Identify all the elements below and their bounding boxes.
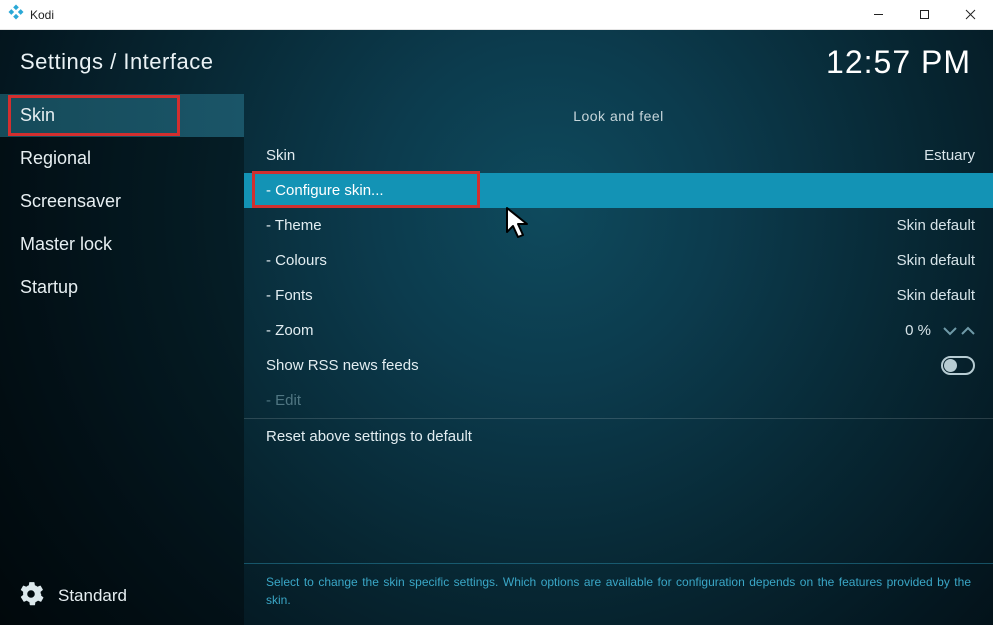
setting-description: Select to change the skin specific setti… — [244, 563, 993, 625]
breadcrumb: Settings / Interface — [20, 49, 213, 75]
rss-toggle[interactable] — [941, 356, 975, 375]
sidebar-item-startup[interactable]: Startup — [0, 266, 244, 309]
setting-reset-defaults[interactable]: Reset above settings to default — [244, 418, 993, 453]
app-body: Settings / Interface 12:57 PM Skin Regio… — [0, 30, 993, 625]
sidebar-item-label: Master lock — [20, 234, 112, 255]
sidebar-item-screensaver[interactable]: Screensaver — [0, 180, 244, 223]
sidebar-item-regional[interactable]: Regional — [0, 137, 244, 180]
window-title: Kodi — [30, 8, 54, 22]
settings-level-toggle[interactable]: Standard — [0, 567, 244, 625]
section-title: Look and feel — [244, 94, 993, 138]
setting-value: 0 % — [905, 322, 931, 339]
setting-label: Show RSS news feeds — [266, 357, 419, 374]
zoom-spinner[interactable] — [943, 326, 975, 336]
settings-main: Look and feel Skin Estuary Configure ski… — [244, 94, 993, 625]
setting-label: Configure skin... — [266, 182, 384, 199]
minimize-button[interactable] — [855, 0, 901, 30]
setting-label: Skin — [266, 147, 295, 164]
setting-rss-edit: Edit — [244, 383, 993, 418]
maximize-button[interactable] — [901, 0, 947, 30]
clock: 12:57 PM — [826, 44, 971, 81]
setting-configure-skin[interactable]: Configure skin... — [244, 173, 993, 208]
sidebar-item-label: Screensaver — [20, 191, 121, 212]
setting-label: Colours — [266, 252, 327, 269]
setting-zoom[interactable]: Zoom 0 % — [244, 313, 993, 348]
gear-icon — [18, 581, 44, 612]
window-controls — [855, 0, 993, 30]
setting-label: Reset above settings to default — [266, 428, 472, 445]
close-button[interactable] — [947, 0, 993, 30]
setting-rss[interactable]: Show RSS news feeds — [244, 348, 993, 383]
chevron-up-icon — [961, 326, 975, 336]
settings-level-label: Standard — [58, 586, 127, 606]
setting-value: Skin default — [897, 252, 975, 269]
header: Settings / Interface 12:57 PM — [0, 30, 993, 94]
setting-label: Fonts — [266, 287, 313, 304]
sidebar-item-label: Regional — [20, 148, 91, 169]
kodi-logo-icon — [8, 4, 24, 25]
sidebar-item-label: Skin — [20, 105, 55, 126]
setting-skin[interactable]: Skin Estuary — [244, 138, 993, 173]
settings-sidebar: Skin Regional Screensaver Master lock St… — [0, 94, 244, 625]
window-titlebar: Kodi — [0, 0, 993, 30]
setting-label: Zoom — [266, 322, 314, 339]
setting-colours[interactable]: Colours Skin default — [244, 243, 993, 278]
setting-theme[interactable]: Theme Skin default — [244, 208, 993, 243]
chevron-down-icon — [943, 326, 957, 336]
sidebar-item-master-lock[interactable]: Master lock — [0, 223, 244, 266]
setting-fonts[interactable]: Fonts Skin default — [244, 278, 993, 313]
sidebar-item-label: Startup — [20, 277, 78, 298]
setting-value: Skin default — [897, 287, 975, 304]
setting-label: Theme — [266, 217, 322, 234]
setting-value: Skin default — [897, 217, 975, 234]
setting-label: Edit — [266, 392, 301, 409]
setting-value: Estuary — [924, 147, 975, 164]
sidebar-item-skin[interactable]: Skin — [0, 94, 244, 137]
